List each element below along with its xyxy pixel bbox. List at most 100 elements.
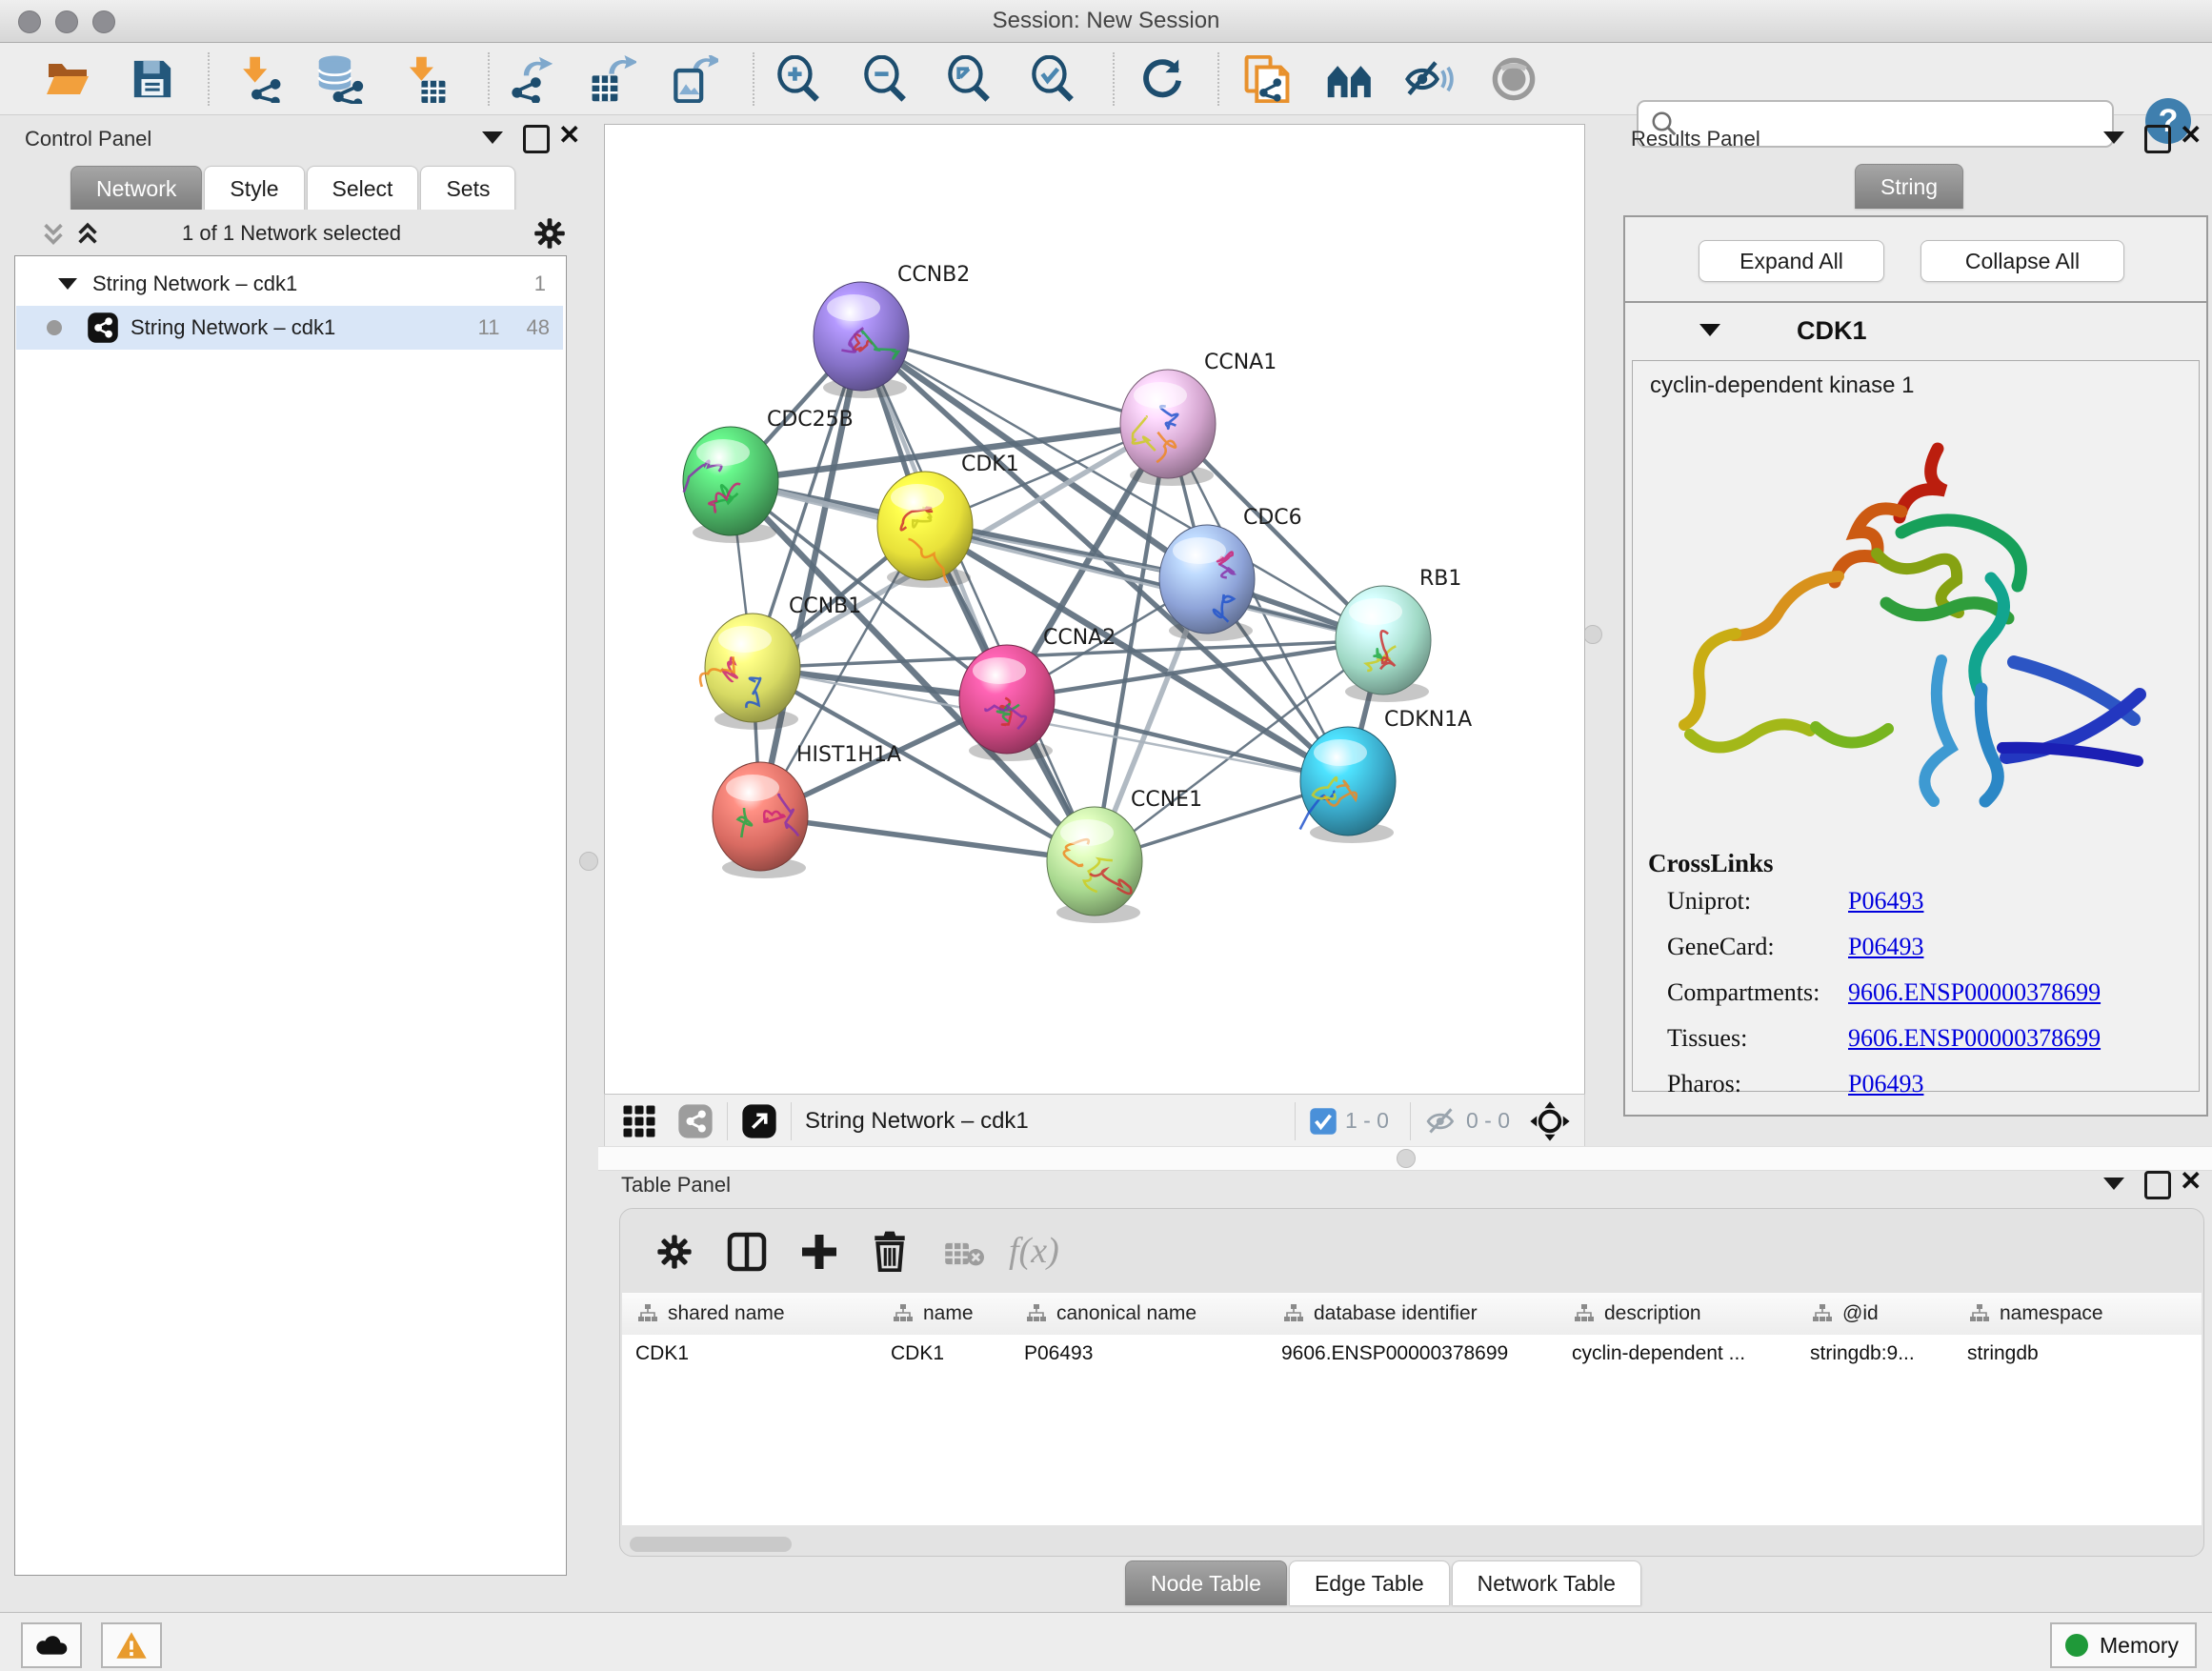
column-header-canonical-name[interactable]: canonical name: [1011, 1293, 1269, 1335]
crosslink-value-link[interactable]: P06493: [1848, 933, 1923, 961]
tab-select[interactable]: Select: [307, 166, 419, 211]
network-node-CDKN1A[interactable]: CDKN1A: [1300, 708, 1473, 843]
results-panel-close-icon[interactable]: ✕: [2180, 124, 2202, 147]
results-panel-float-icon[interactable]: [2103, 131, 2124, 144]
selected-checkbox-icon[interactable]: [1309, 1107, 1337, 1136]
network-node-RB1[interactable]: RB1: [1336, 567, 1461, 702]
network-node-CCNB1[interactable]: CCNB1: [700, 594, 861, 730]
network-options-gear-icon[interactable]: [533, 217, 566, 250]
tab-style[interactable]: Style: [204, 166, 304, 211]
column-header-description[interactable]: description: [1558, 1293, 1798, 1335]
network-node-CCNA1[interactable]: CCNA1: [1120, 351, 1277, 486]
birdseye-grid-icon[interactable]: [622, 1104, 656, 1138]
show-columns-icon[interactable]: [727, 1232, 767, 1272]
table-cell[interactable]: CDK1: [877, 1335, 1011, 1373]
crosslink-value-link[interactable]: 9606.ENSP00000378699: [1848, 978, 2101, 1007]
table-cell[interactable]: 9606.ENSP00000378699: [1268, 1335, 1558, 1373]
import-network-file-button[interactable]: [235, 54, 285, 104]
add-column-icon[interactable]: [799, 1232, 839, 1272]
control-panel-float-icon[interactable]: [482, 131, 503, 144]
tab-network[interactable]: Network: [70, 166, 202, 211]
import-table-file-button[interactable]: [400, 54, 450, 104]
delete-table-icon[interactable]: [944, 1239, 984, 1268]
tab-edge-table[interactable]: Edge Table: [1289, 1560, 1450, 1605]
horizontal-scrollbar-thumb[interactable]: [630, 1537, 792, 1552]
tab-string[interactable]: String: [1855, 164, 1963, 209]
table-panel-float-icon[interactable]: [2103, 1178, 2124, 1190]
network-edge-HIST1H1A-CCNE1[interactable]: [760, 816, 1095, 861]
warning-triangle-icon: [115, 1631, 148, 1660]
export-network-button[interactable]: [506, 54, 555, 104]
crosslink-value-link[interactable]: 9606.ENSP00000378699: [1848, 1024, 2101, 1053]
network-node-CDC6[interactable]: CDC6: [1159, 506, 1302, 641]
crosslink-value-link[interactable]: P06493: [1848, 887, 1923, 916]
column-header-id[interactable]: @id: [1797, 1293, 1955, 1335]
gene-section-header[interactable]: CDK1: [1625, 303, 2206, 360]
crosshair-move-icon[interactable]: [1529, 1100, 1571, 1142]
splitter-handle[interactable]: [1397, 1149, 1416, 1168]
table-settings-gear-icon[interactable]: [656, 1234, 693, 1270]
open-session-button[interactable]: [43, 54, 92, 104]
network-canvas[interactable]: CCNB2CCNA1CDC25BCDK1CDC6RB1CCNB1CCNA2CDK…: [604, 124, 1585, 1096]
first-neighbors-button[interactable]: [1326, 54, 1376, 104]
expand-all-button[interactable]: Expand All: [1699, 240, 1884, 282]
open-in-window-icon[interactable]: [741, 1103, 777, 1139]
zoom-in-button[interactable]: [774, 54, 823, 104]
zoom-out-button[interactable]: [860, 54, 910, 104]
column-header-name[interactable]: name: [877, 1293, 1012, 1335]
collapse-all-button[interactable]: Collapse All: [1920, 240, 2124, 282]
hidden-eye-slash-icon[interactable]: [1424, 1107, 1458, 1136]
table-panel-close-icon[interactable]: ✕: [2180, 1170, 2202, 1193]
tab-network-table[interactable]: Network Table: [1452, 1560, 1641, 1605]
network-row[interactable]: String Network – cdk1 11 48: [16, 306, 563, 350]
export-image-button[interactable]: [670, 54, 719, 104]
crosslink-value-link[interactable]: P06493: [1848, 1070, 1923, 1098]
function-builder-icon[interactable]: f(x): [1009, 1230, 1059, 1272]
node-table[interactable]: shared namenamecanonical namedatabase id…: [622, 1293, 2202, 1525]
table-cell[interactable]: P06493: [1011, 1335, 1268, 1373]
right-splitter-handle[interactable]: [1583, 625, 1602, 644]
network-edge-CCNA2-CDKN1A[interactable]: [1007, 699, 1348, 781]
network-share-icon[interactable]: [677, 1103, 714, 1139]
control-panel-maximize-icon[interactable]: [523, 125, 550, 153]
network-collection-row[interactable]: String Network – cdk1 1: [16, 262, 563, 306]
column-header-namespace[interactable]: namespace: [1954, 1293, 2202, 1335]
import-network-database-button[interactable]: [315, 54, 365, 104]
hide-selected-button[interactable]: [1404, 54, 1454, 104]
cloud-button[interactable]: [21, 1622, 82, 1668]
network-graph[interactable]: CCNB2CCNA1CDC25BCDK1CDC6RB1CCNB1CCNA2CDK…: [605, 125, 1584, 1095]
column-header-database-identifier[interactable]: database identifier: [1268, 1293, 1559, 1335]
collection-expand-icon[interactable]: [58, 278, 77, 290]
table-panel-maximize-icon[interactable]: [2144, 1171, 2171, 1199]
results-panel-maximize-icon[interactable]: [2144, 125, 2171, 153]
toolbar-separator: [1217, 52, 1219, 106]
tab-sets[interactable]: Sets: [420, 166, 515, 211]
gene-collapse-icon[interactable]: [1699, 324, 1720, 336]
network-node-HIST1H1A[interactable]: HIST1H1A: [713, 743, 901, 878]
zoom-fit-button[interactable]: [944, 54, 994, 104]
results-panel: Results Panel ✕ String Expand All Collap…: [1619, 122, 2212, 1146]
apply-layout-button[interactable]: [1137, 54, 1187, 104]
zoom-selected-button[interactable]: [1028, 54, 1077, 104]
tab-node-table[interactable]: Node Table: [1125, 1560, 1287, 1605]
export-table-button[interactable]: [588, 54, 637, 104]
first-neighbors-icon: [1326, 54, 1376, 104]
table-cell[interactable]: stringdb: [1954, 1335, 2202, 1373]
network-selection-status: 1 of 1 Network selected: [11, 221, 572, 246]
network-node-CCNB2[interactable]: CCNB2: [814, 263, 970, 398]
left-splitter-handle[interactable]: [579, 852, 598, 871]
table-cell[interactable]: CDK1: [622, 1335, 877, 1373]
save-session-button[interactable]: [128, 54, 177, 104]
memory-button[interactable]: Memory: [2050, 1622, 2197, 1668]
table-cell[interactable]: cyclin-dependent ...: [1558, 1335, 1797, 1373]
delete-column-trash-icon[interactable]: [870, 1230, 910, 1272]
column-header-shared-name[interactable]: shared name: [622, 1293, 878, 1335]
table-cell[interactable]: stringdb:9...: [1797, 1335, 1954, 1373]
control-panel-close-icon[interactable]: ✕: [558, 124, 580, 147]
warnings-button[interactable]: [101, 1622, 162, 1668]
table-row[interactable]: CDK1CDK1P064939606.ENSP00000378699cyclin…: [622, 1335, 2202, 1375]
control-panel-title: Control Panel: [25, 127, 151, 151]
toolbar-separator: [1113, 52, 1115, 106]
show-all-button[interactable]: [1489, 54, 1538, 104]
clone-network-style-button[interactable]: [1242, 54, 1292, 104]
